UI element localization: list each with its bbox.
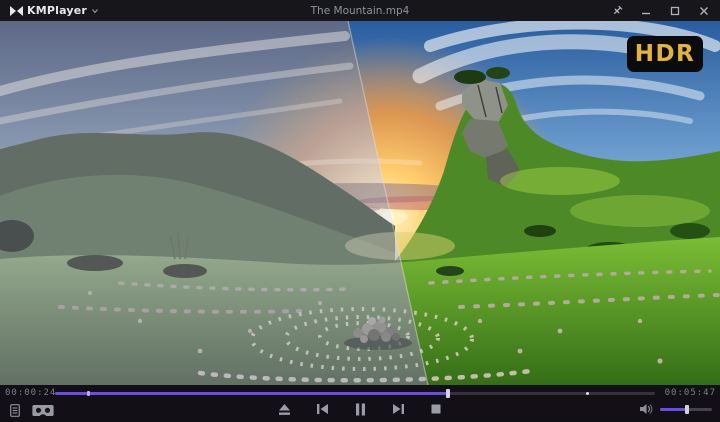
chevron-down-icon xyxy=(92,8,99,13)
eject-button[interactable] xyxy=(273,400,295,418)
hdr-badge: HDR xyxy=(627,36,703,72)
maximize-button[interactable] xyxy=(669,5,681,17)
pin-icon xyxy=(613,5,622,15)
app-menu-button[interactable]: KMPlayer xyxy=(10,4,99,17)
next-icon xyxy=(392,404,404,414)
seek-marker-a[interactable] xyxy=(87,391,90,396)
pin-on-top-button[interactable] xyxy=(611,5,623,17)
previous-button[interactable] xyxy=(311,400,333,418)
close-button[interactable] xyxy=(698,5,710,17)
seek-marker-b[interactable] xyxy=(586,392,590,395)
window-controls xyxy=(611,5,710,17)
volume-slider[interactable] xyxy=(660,404,712,414)
hdr-badge-label: HDR xyxy=(634,41,696,67)
kmplayer-window: KMPlayer The Mountain.mp4 HDR 00:00:24 0… xyxy=(0,0,720,422)
close-icon xyxy=(700,6,708,15)
pause-icon xyxy=(355,403,365,415)
control-bar: 00:00:24 00:05:47 xyxy=(0,385,720,422)
previous-icon xyxy=(316,404,328,414)
seek-bar[interactable] xyxy=(55,389,655,398)
speaker-icon xyxy=(640,404,653,414)
seek-thumb[interactable] xyxy=(446,389,450,398)
volume-fill xyxy=(660,407,688,411)
window-title: The Mountain.mp4 xyxy=(310,4,410,17)
titlebar: KMPlayer The Mountain.mp4 xyxy=(0,0,720,21)
mute-button[interactable] xyxy=(639,403,653,415)
pause-button[interactable] xyxy=(349,400,371,418)
stop-icon xyxy=(431,404,441,414)
elapsed-time: 00:00:24 xyxy=(5,388,57,398)
stop-button[interactable] xyxy=(425,400,447,418)
minimize-button[interactable] xyxy=(640,5,652,17)
seek-fill xyxy=(55,392,448,395)
maximize-icon xyxy=(670,6,680,15)
volume-thumb[interactable] xyxy=(685,404,690,414)
kmplayer-logo-icon xyxy=(10,5,23,16)
video-viewport[interactable]: HDR xyxy=(0,21,720,385)
transport-controls xyxy=(0,399,720,419)
volume-controls xyxy=(639,403,712,415)
eject-icon xyxy=(278,403,290,415)
minimize-icon xyxy=(642,12,650,14)
app-name: KMPlayer xyxy=(27,4,88,17)
total-duration: 00:05:47 xyxy=(664,388,716,398)
video-frame-scene xyxy=(0,21,720,385)
next-button[interactable] xyxy=(387,400,409,418)
